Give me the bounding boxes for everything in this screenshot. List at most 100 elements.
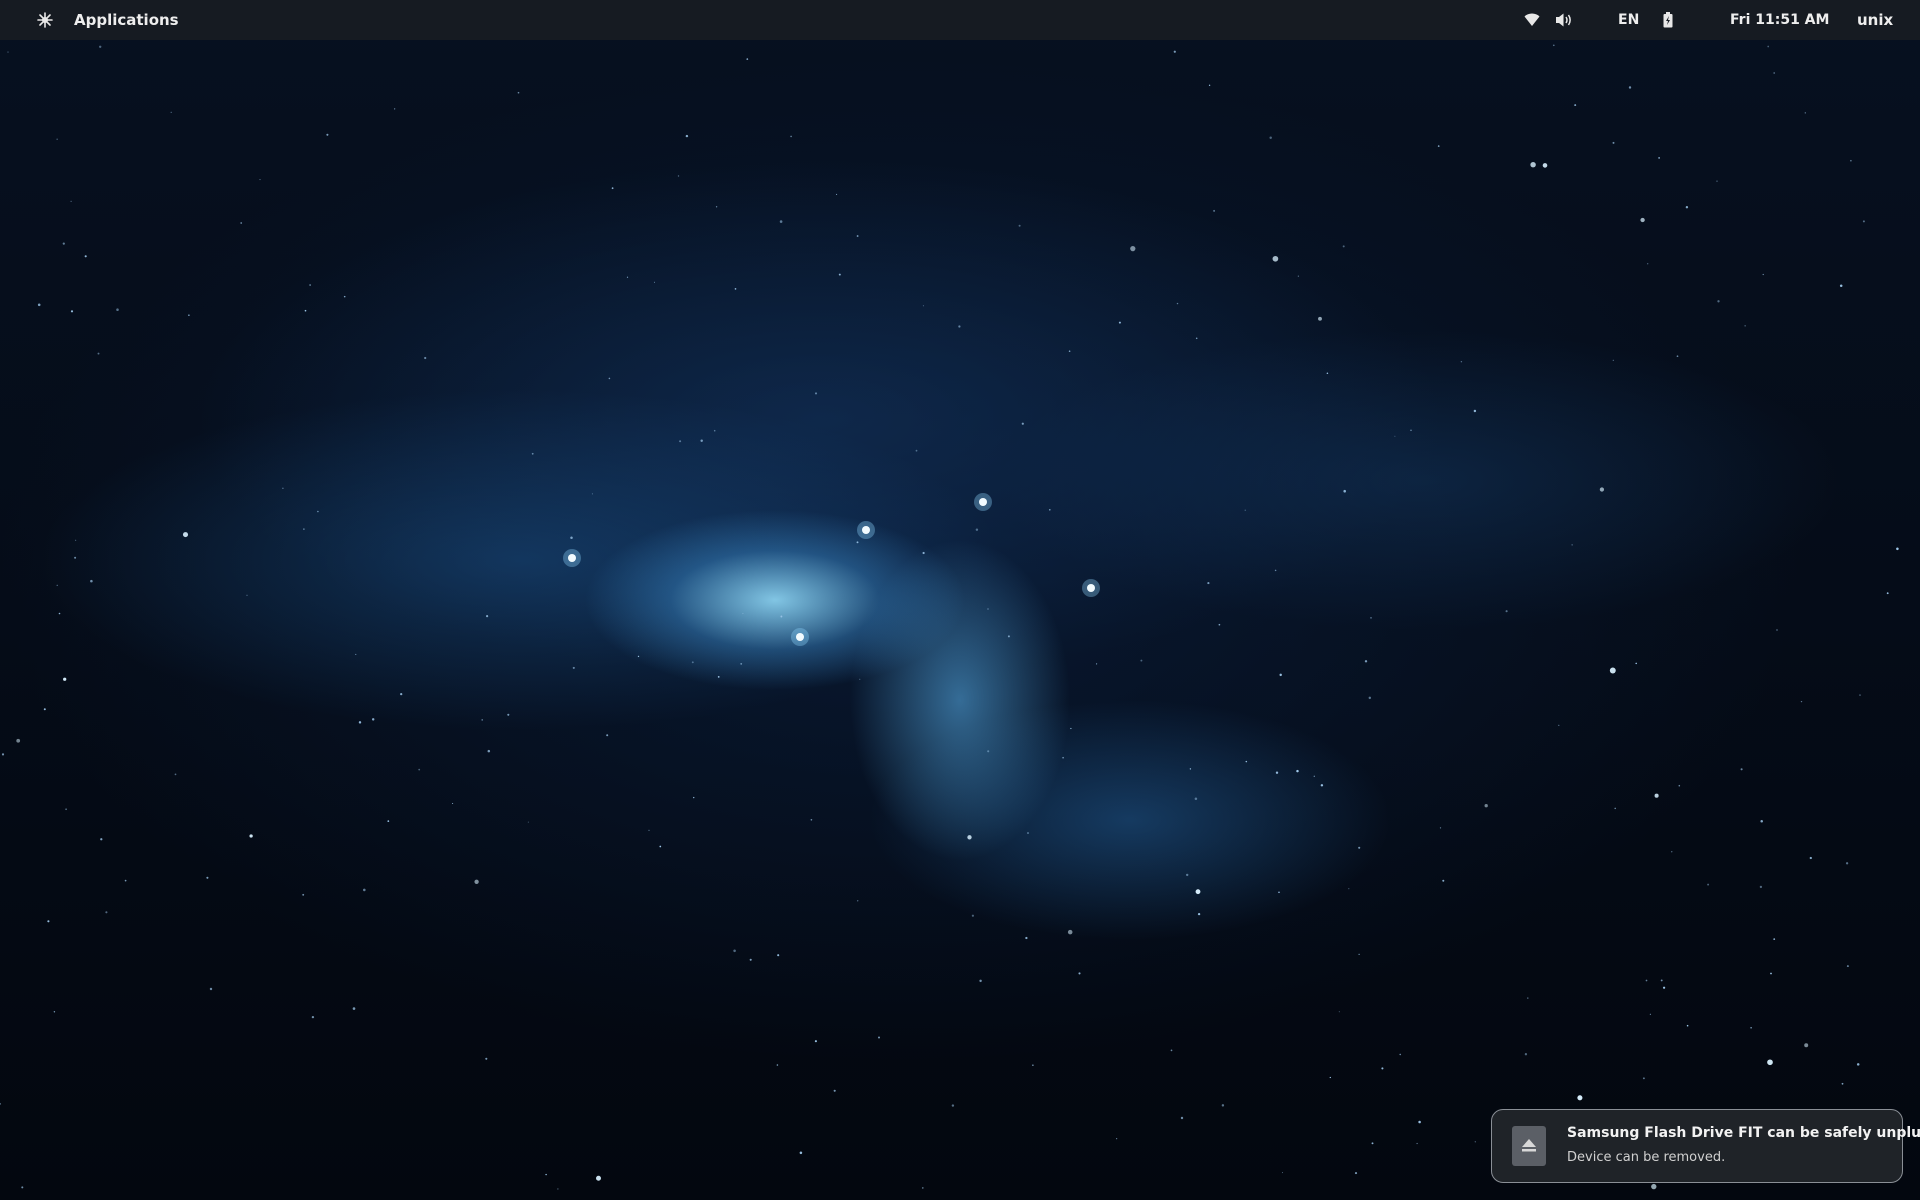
clock[interactable]: Fri 11:51 AM — [1730, 0, 1829, 40]
star — [572, 666, 575, 669]
star — [311, 1015, 315, 1019]
star — [1313, 775, 1315, 777]
star — [1859, 694, 1861, 696]
battery-charging-icon[interactable] — [1660, 0, 1676, 40]
system-logo-icon[interactable] — [32, 0, 58, 40]
star — [1658, 157, 1660, 159]
star — [1577, 1095, 1583, 1101]
star — [1278, 891, 1280, 894]
star — [1, 753, 5, 756]
star — [713, 429, 716, 432]
star — [90, 579, 93, 583]
star — [249, 834, 253, 838]
star — [1524, 1053, 1528, 1056]
star — [1358, 953, 1360, 955]
star — [1364, 660, 1368, 663]
star — [1759, 885, 1763, 889]
star — [352, 1007, 356, 1010]
star — [1018, 224, 1021, 227]
star — [1505, 610, 1508, 613]
star — [1274, 569, 1277, 572]
user-menu[interactable]: unix — [1857, 0, 1893, 40]
bright-star — [862, 526, 870, 534]
star — [1685, 206, 1689, 209]
star — [1442, 879, 1445, 882]
star — [1140, 659, 1143, 662]
star — [1614, 807, 1616, 810]
star — [1642, 1077, 1645, 1080]
star — [693, 796, 695, 799]
star — [358, 721, 362, 724]
star — [507, 713, 510, 716]
star — [777, 954, 780, 957]
star — [0, 1103, 1, 1105]
star — [1649, 1013, 1651, 1015]
star — [99, 45, 102, 48]
star — [611, 187, 614, 190]
star — [1896, 547, 1899, 551]
wifi-glyph — [1524, 13, 1540, 26]
star — [246, 594, 248, 596]
star — [240, 222, 243, 224]
star — [481, 719, 483, 721]
star — [749, 958, 752, 961]
star — [1062, 756, 1064, 759]
star — [856, 900, 859, 902]
star — [557, 1188, 559, 1190]
star — [1717, 300, 1720, 303]
star — [1473, 409, 1477, 413]
star — [626, 276, 629, 278]
star — [259, 179, 261, 181]
star — [1371, 1142, 1374, 1145]
star — [836, 193, 838, 195]
star — [97, 352, 100, 355]
star — [1078, 972, 1081, 975]
star — [1194, 797, 1198, 801]
star — [814, 392, 818, 395]
star — [1651, 1183, 1657, 1190]
star — [63, 677, 67, 681]
star — [1460, 361, 1463, 363]
volume-icon[interactable] — [1554, 0, 1574, 40]
star — [56, 584, 58, 586]
star — [209, 987, 213, 991]
star — [74, 556, 77, 559]
star — [971, 914, 975, 917]
star — [1770, 972, 1772, 975]
star — [1662, 986, 1666, 989]
star — [1394, 435, 1396, 437]
applications-menu-button[interactable]: Applications — [74, 0, 179, 40]
star — [1342, 245, 1345, 248]
star — [317, 510, 319, 513]
keyboard-layout-indicator[interactable]: EN — [1618, 0, 1639, 40]
desktop-wallpaper — [0, 0, 1920, 1200]
star — [859, 678, 861, 680]
star — [1527, 997, 1529, 999]
star — [100, 838, 103, 841]
star — [979, 979, 982, 983]
star — [1320, 784, 1324, 787]
star — [1804, 1043, 1809, 1048]
star — [1542, 163, 1548, 168]
star — [1676, 355, 1679, 358]
star — [833, 1089, 836, 1092]
star — [570, 536, 573, 539]
device-removal-notification[interactable]: Samsung Flash Drive FIT can be safely un… — [1491, 1109, 1920, 1183]
star — [309, 284, 311, 286]
star — [363, 888, 366, 892]
star — [975, 528, 979, 531]
star — [303, 528, 305, 530]
star — [1213, 209, 1216, 212]
star — [967, 835, 972, 840]
star — [1348, 888, 1350, 890]
star — [1368, 696, 1372, 700]
star — [1208, 84, 1211, 86]
star — [1645, 979, 1648, 982]
star — [170, 111, 172, 113]
star — [1439, 827, 1442, 829]
wifi-icon[interactable] — [1523, 0, 1541, 40]
top-panel: Applications EN Fri 11:51 AM unix — [0, 0, 1920, 40]
star — [302, 893, 305, 896]
bright-star — [979, 498, 987, 506]
battery-glyph — [1663, 12, 1673, 28]
